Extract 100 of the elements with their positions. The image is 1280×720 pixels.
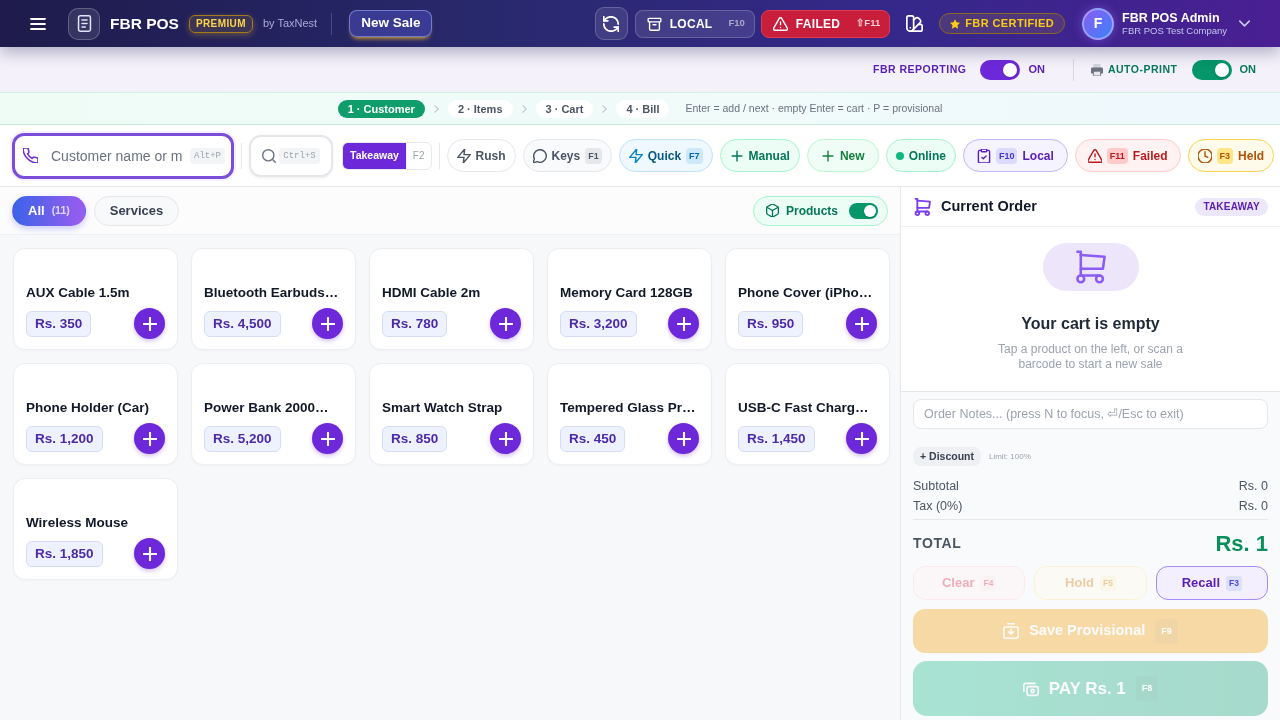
summary-label: Subtotal bbox=[913, 478, 959, 495]
key-hint: F3 bbox=[1216, 147, 1234, 164]
add-button[interactable] bbox=[846, 423, 877, 454]
add-button[interactable] bbox=[134, 423, 165, 454]
chevron-right-icon bbox=[433, 104, 439, 113]
product-card[interactable]: Smart Watch Strap Rs. 850 bbox=[369, 363, 534, 465]
add-button[interactable] bbox=[134, 308, 165, 339]
product-card[interactable]: USB-C Fast Charg… Rs. 1,450 bbox=[725, 363, 890, 465]
add-button[interactable] bbox=[846, 308, 877, 339]
toolbar-button[interactable]: Manual bbox=[719, 139, 800, 172]
product-name: Wireless Mouse bbox=[26, 514, 129, 531]
user-avatar[interactable]: F bbox=[1082, 7, 1115, 40]
toggle-switch[interactable] bbox=[980, 59, 1021, 80]
toggle-switch[interactable] bbox=[1191, 59, 1232, 80]
new-sale-button[interactable]: New Sale bbox=[349, 10, 433, 37]
total-value: Rs. 1 bbox=[1215, 529, 1268, 558]
toolbar-button[interactable]: New bbox=[806, 139, 879, 172]
add-button[interactable] bbox=[668, 308, 699, 339]
cart-icon bbox=[914, 197, 932, 216]
category-tab[interactable]: All (11) bbox=[12, 195, 86, 226]
product-name: Phone Cover (iPho… bbox=[738, 284, 874, 301]
summary-value: Rs. 0 bbox=[1238, 498, 1268, 515]
toolbar-button[interactable]: Rush bbox=[446, 139, 516, 172]
product-price: Rs. 850 bbox=[382, 425, 448, 452]
product-name: Smart Watch Strap bbox=[382, 399, 504, 416]
discount-limit: Limit: 100% bbox=[988, 450, 1031, 463]
add-button[interactable] bbox=[134, 538, 165, 569]
add-button[interactable] bbox=[312, 308, 343, 339]
refresh-button[interactable] bbox=[594, 7, 628, 40]
banknote-icon bbox=[1022, 680, 1039, 697]
add-button[interactable] bbox=[490, 423, 521, 454]
empty-cart-message: Tap a product on the left, or scan a barcode to start a new sale bbox=[997, 342, 1184, 372]
plus-icon bbox=[320, 431, 335, 446]
key-hint: F1 bbox=[585, 147, 602, 164]
certified-badge: FBR CERTIFIED bbox=[939, 13, 1066, 34]
product-price: Rs. 780 bbox=[382, 310, 448, 337]
swatch-icon[interactable] bbox=[906, 15, 924, 32]
product-name: AUX Cable 1.5m bbox=[26, 284, 131, 301]
product-card[interactable]: Wireless Mouse Rs. 1,850 bbox=[13, 478, 178, 580]
product-card[interactable]: AUX Cable 1.5m Rs. 350 bbox=[13, 248, 178, 350]
products-filter[interactable]: Products bbox=[753, 195, 888, 226]
product-card[interactable]: Power Bank 2000… Rs. 5,200 bbox=[191, 363, 356, 465]
toolbar-button[interactable]: F3 Held bbox=[1187, 139, 1275, 172]
product-name: HDMI Cable 2m bbox=[382, 284, 482, 301]
toolbar-button[interactable]: Quick F7 bbox=[618, 139, 713, 172]
product-card[interactable]: Tempered Glass Pr… Rs. 450 bbox=[547, 363, 712, 465]
key-hint: F8 bbox=[1135, 676, 1159, 701]
order-type-button[interactable]: Takeaway F2 bbox=[342, 141, 432, 170]
product-price: Rs. 4,500 bbox=[204, 310, 281, 337]
cube-icon bbox=[766, 204, 779, 217]
product-card[interactable]: Memory Card 128GB Rs. 3,200 bbox=[547, 248, 712, 350]
user-name: FBR POS Admin bbox=[1122, 10, 1221, 25]
step-pill[interactable]: 4 · Bill bbox=[616, 99, 670, 118]
status-dot-icon bbox=[895, 151, 904, 160]
product-price: Rs. 950 bbox=[738, 310, 804, 337]
step-pill[interactable]: 2 · Items bbox=[447, 99, 513, 118]
product-name: Tempered Glass Pr… bbox=[560, 399, 697, 416]
product-name: Power Bank 2000… bbox=[204, 399, 330, 416]
key-hint: F10 bbox=[995, 147, 1018, 164]
add-button[interactable] bbox=[668, 423, 699, 454]
cart-icon bbox=[1042, 243, 1139, 291]
product-card[interactable]: HDMI Cable 2m Rs. 780 bbox=[369, 248, 534, 350]
plus-icon bbox=[142, 546, 157, 561]
toggle-state: ON bbox=[1239, 62, 1256, 78]
queue-button[interactable]: LOCAL F10 bbox=[634, 9, 755, 38]
add-button[interactable] bbox=[490, 308, 521, 339]
toolbar-button[interactable]: F11 Failed bbox=[1074, 139, 1181, 172]
product-price: Rs. 1,200 bbox=[26, 425, 103, 452]
product-card[interactable]: Phone Holder (Car) Rs. 1,200 bbox=[13, 363, 178, 465]
discount-button[interactable]: + Discount bbox=[913, 447, 981, 466]
product-price: Rs. 450 bbox=[560, 425, 626, 452]
order-notes-field[interactable]: Order Notes... (press N to focus, ⏎/Esc to exit) bbox=[913, 399, 1268, 429]
plus-icon bbox=[854, 316, 869, 331]
chevron-down-icon[interactable] bbox=[1239, 20, 1250, 27]
menu-icon[interactable] bbox=[30, 17, 46, 30]
key-hint: F7 bbox=[686, 147, 703, 164]
product-card[interactable]: Bluetooth Earbuds… Rs. 4,500 bbox=[191, 248, 356, 350]
app-name: FBR POS bbox=[110, 13, 179, 34]
toggle-state: ON bbox=[1028, 62, 1045, 78]
step-pill[interactable]: 3 · Cart bbox=[535, 99, 594, 118]
toolbar-button[interactable]: Keys F1 bbox=[522, 139, 612, 172]
plus-icon bbox=[498, 431, 513, 446]
empty-cart-title: Your cart is empty bbox=[1021, 314, 1160, 333]
add-button[interactable] bbox=[312, 423, 343, 454]
queue-button[interactable]: FAILED ⇧F11 bbox=[760, 9, 891, 38]
plus-icon bbox=[820, 148, 835, 163]
toolbar-button[interactable]: Online bbox=[885, 139, 956, 172]
printer-icon bbox=[1090, 63, 1103, 76]
toggle-switch[interactable] bbox=[849, 202, 878, 219]
product-name: USB-C Fast Charg… bbox=[738, 399, 870, 416]
tier-badge: PREMIUM bbox=[188, 14, 253, 33]
plus-icon bbox=[498, 316, 513, 331]
plus-icon bbox=[676, 316, 691, 331]
plus-icon bbox=[729, 148, 744, 163]
toolbar-button[interactable]: F10 Local bbox=[962, 139, 1068, 172]
product-card[interactable]: Phone Cover (iPho… Rs. 950 bbox=[725, 248, 890, 350]
key-hint: Ctrl+S bbox=[279, 147, 320, 164]
action-button[interactable]: Recall F3 bbox=[1155, 566, 1268, 600]
category-tab[interactable]: Services bbox=[93, 195, 180, 226]
plus-icon bbox=[142, 316, 157, 331]
